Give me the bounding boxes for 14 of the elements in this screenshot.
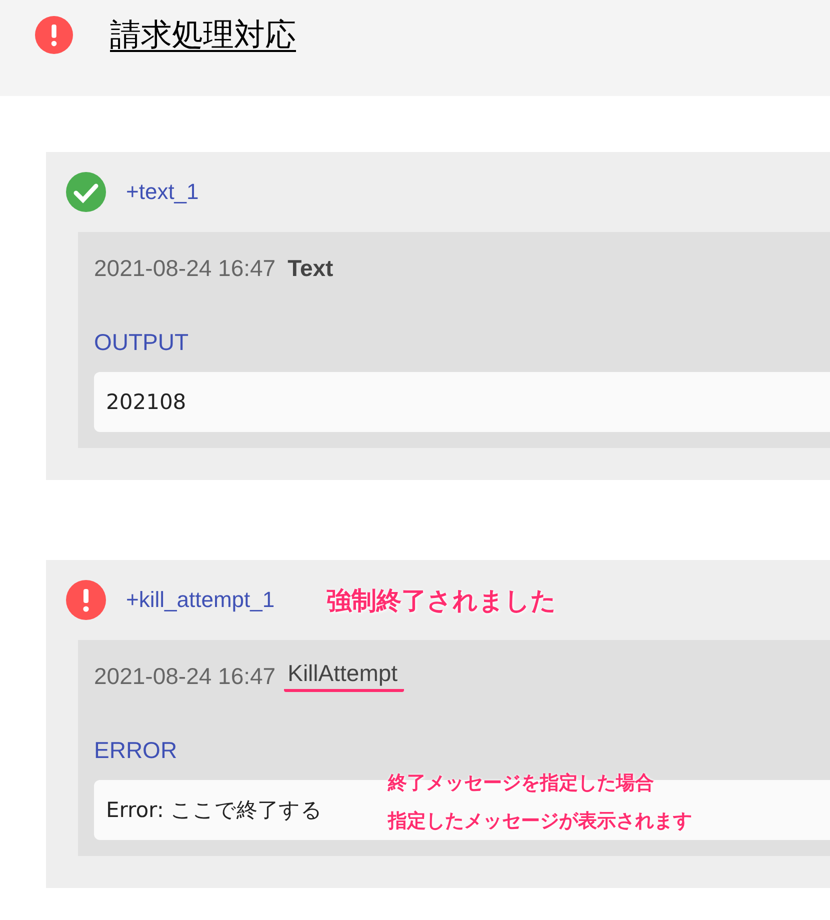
- step-name-link[interactable]: +text_1: [126, 179, 199, 205]
- step-name-link[interactable]: +kill_attempt_1: [126, 587, 275, 613]
- annotation-text: 強制終了されました: [326, 584, 557, 616]
- content-text: Error: ここで終了する: [106, 797, 323, 824]
- annotation-text: 終了メッセージを指定した場合: [388, 771, 655, 796]
- step-type: KillAttempt: [284, 660, 404, 692]
- content-text: 202108: [106, 390, 186, 414]
- timestamp: 2021-08-24 16:47: [94, 254, 276, 282]
- section-label: ERROR: [94, 736, 178, 765]
- annotation-text: 指定したメッセージが表示されます: [388, 809, 692, 834]
- section-label: OUTPUT: [94, 328, 190, 357]
- timestamp: 2021-08-24 16:47: [94, 662, 276, 690]
- page-title-link[interactable]: 請求処理対応: [110, 14, 296, 56]
- step-type: Text: [288, 254, 334, 282]
